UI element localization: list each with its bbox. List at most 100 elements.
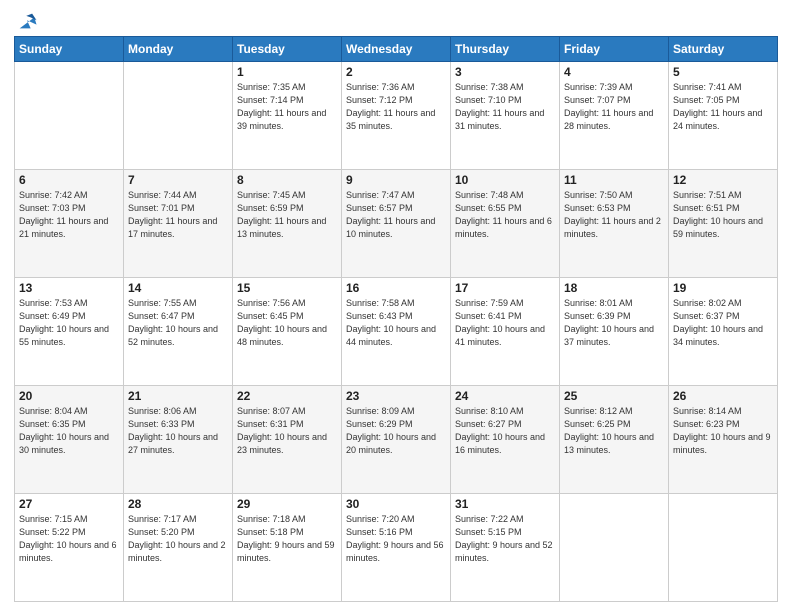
day-info: Sunrise: 7:45 AM Sunset: 6:59 PM Dayligh… [237, 189, 337, 241]
day-info: Sunrise: 8:01 AM Sunset: 6:39 PM Dayligh… [564, 297, 664, 349]
day-header-sunday: Sunday [15, 37, 124, 62]
day-number: 16 [346, 281, 446, 295]
day-number: 29 [237, 497, 337, 511]
day-number: 20 [19, 389, 119, 403]
calendar-cell: 31Sunrise: 7:22 AM Sunset: 5:15 PM Dayli… [451, 494, 560, 602]
calendar-table: SundayMondayTuesdayWednesdayThursdayFrid… [14, 36, 778, 602]
calendar-cell: 29 Sunrise: 7:18 AM Sunset: 5:18 PM Dayli… [233, 494, 342, 602]
day-info: Sunrise: 7:58 AM Sunset: 6:43 PM Dayligh… [346, 297, 446, 349]
calendar-cell: 27 Sunrise: 7:15 AM Sunset: 5:22 PM Dayli… [15, 494, 124, 602]
calendar-cell: 4 Sunrise: 7:39 AM Sunset: 7:07 PM Daylig… [560, 62, 669, 170]
day-info: Sunrise: 8:06 AM Sunset: 6:33 PM Dayligh… [128, 405, 228, 457]
day-number: 25 [564, 389, 664, 403]
calendar-cell: 21Sunrise: 8:06 AM Sunset: 6:33 PM Dayli… [124, 386, 233, 494]
day-info: Sunrise: 7:42 AM Sunset: 7:03 PM Dayligh… [19, 189, 119, 241]
calendar-cell: 7 Sunrise: 7:44 AM Sunset: 7:01 PM Daylig… [124, 170, 233, 278]
calendar-cell: 16 Sunrise: 7:58 AM Sunset: 6:43 PM Dayli… [342, 278, 451, 386]
day-number: 4 [564, 65, 664, 79]
calendar-header-row: SundayMondayTuesdayWednesdayThursdayFrid… [15, 37, 778, 62]
day-header-wednesday: Wednesday [342, 37, 451, 62]
day-number: 18 [564, 281, 664, 295]
calendar-cell: 5 Sunrise: 7:41 AM Sunset: 7:05 PM Daylig… [669, 62, 778, 170]
day-info: Sunrise: 7:53 AM Sunset: 6:49 PM Dayligh… [19, 297, 119, 349]
day-number: 14 [128, 281, 228, 295]
day-number: 27 [19, 497, 119, 511]
day-number: 17 [455, 281, 555, 295]
day-number: 28 [128, 497, 228, 511]
day-header-monday: Monday [124, 37, 233, 62]
day-number: 5 [673, 65, 773, 79]
calendar-cell: 24 Sunrise: 8:10 AM Sunset: 6:27 PM Dayli… [451, 386, 560, 494]
day-info: Sunrise: 7:15 AM Sunset: 5:22 PM Dayligh… [19, 513, 119, 565]
day-info: Sunrise: 7:50 AM Sunset: 6:53 PM Dayligh… [564, 189, 664, 241]
day-header-friday: Friday [560, 37, 669, 62]
day-info: Sunrise: 8:12 AM Sunset: 6:25 PM Dayligh… [564, 405, 664, 457]
calendar-cell: 26Sunrise: 8:14 AM Sunset: 6:23 PM Dayli… [669, 386, 778, 494]
day-info: Sunrise: 7:17 AM Sunset: 5:20 PM Dayligh… [128, 513, 228, 565]
day-header-saturday: Saturday [669, 37, 778, 62]
calendar-cell [560, 494, 669, 602]
day-info: Sunrise: 8:02 AM Sunset: 6:37 PM Dayligh… [673, 297, 773, 349]
day-info: Sunrise: 8:10 AM Sunset: 6:27 PM Dayligh… [455, 405, 555, 457]
calendar-week-4: 20 Sunrise: 8:04 AM Sunset: 6:35 PM Dayli… [15, 386, 778, 494]
calendar-cell: 23 Sunrise: 8:09 AM Sunset: 6:29 PM Dayli… [342, 386, 451, 494]
calendar-cell: 28 Sunrise: 7:17 AM Sunset: 5:20 PM Dayli… [124, 494, 233, 602]
calendar-cell: 30 Sunrise: 7:20 AM Sunset: 5:16 PM Dayli… [342, 494, 451, 602]
day-number: 24 [455, 389, 555, 403]
calendar-week-2: 6 Sunrise: 7:42 AM Sunset: 7:03 PM Daylig… [15, 170, 778, 278]
logo-icon [16, 10, 38, 32]
day-number: 3 [455, 65, 555, 79]
calendar-cell: 3 Sunrise: 7:38 AM Sunset: 7:10 PM Daylig… [451, 62, 560, 170]
day-number: 7 [128, 173, 228, 187]
day-info: Sunrise: 7:38 AM Sunset: 7:10 PM Dayligh… [455, 81, 555, 133]
calendar-cell: 17Sunrise: 7:59 AM Sunset: 6:41 PM Dayli… [451, 278, 560, 386]
day-number: 9 [346, 173, 446, 187]
day-info: Sunrise: 7:22 AM Sunset: 5:15 PM Dayligh… [455, 513, 555, 565]
calendar-cell: 1 Sunrise: 7:35 AM Sunset: 7:14 PM Daylig… [233, 62, 342, 170]
calendar-week-5: 27 Sunrise: 7:15 AM Sunset: 5:22 PM Dayli… [15, 494, 778, 602]
page: SundayMondayTuesdayWednesdayThursdayFrid… [0, 0, 792, 612]
day-info: Sunrise: 7:44 AM Sunset: 7:01 PM Dayligh… [128, 189, 228, 241]
day-header-thursday: Thursday [451, 37, 560, 62]
day-number: 2 [346, 65, 446, 79]
day-info: Sunrise: 7:35 AM Sunset: 7:14 PM Dayligh… [237, 81, 337, 133]
calendar-cell: 12 Sunrise: 7:51 AM Sunset: 6:51 PM Dayli… [669, 170, 778, 278]
day-info: Sunrise: 7:36 AM Sunset: 7:12 PM Dayligh… [346, 81, 446, 133]
day-number: 11 [564, 173, 664, 187]
logo-text [14, 10, 38, 32]
day-number: 1 [237, 65, 337, 79]
day-info: Sunrise: 7:51 AM Sunset: 6:51 PM Dayligh… [673, 189, 773, 241]
day-info: Sunrise: 7:20 AM Sunset: 5:16 PM Dayligh… [346, 513, 446, 565]
calendar-week-3: 13 Sunrise: 7:53 AM Sunset: 6:49 PM Dayli… [15, 278, 778, 386]
calendar-cell: 15 Sunrise: 7:56 AM Sunset: 6:45 PM Dayli… [233, 278, 342, 386]
header [14, 10, 778, 28]
calendar-cell: 9 Sunrise: 7:47 AM Sunset: 6:57 PM Daylig… [342, 170, 451, 278]
day-info: Sunrise: 7:55 AM Sunset: 6:47 PM Dayligh… [128, 297, 228, 349]
calendar-cell: 13 Sunrise: 7:53 AM Sunset: 6:49 PM Dayli… [15, 278, 124, 386]
logo [14, 10, 38, 28]
calendar-cell: 14 Sunrise: 7:55 AM Sunset: 6:47 PM Dayli… [124, 278, 233, 386]
day-number: 26 [673, 389, 773, 403]
day-number: 30 [346, 497, 446, 511]
day-number: 22 [237, 389, 337, 403]
day-info: Sunrise: 7:47 AM Sunset: 6:57 PM Dayligh… [346, 189, 446, 241]
calendar-cell [669, 494, 778, 602]
day-info: Sunrise: 7:41 AM Sunset: 7:05 PM Dayligh… [673, 81, 773, 133]
day-number: 6 [19, 173, 119, 187]
calendar-cell: 2 Sunrise: 7:36 AM Sunset: 7:12 PM Daylig… [342, 62, 451, 170]
day-info: Sunrise: 8:04 AM Sunset: 6:35 PM Dayligh… [19, 405, 119, 457]
calendar-cell: 19Sunrise: 8:02 AM Sunset: 6:37 PM Dayli… [669, 278, 778, 386]
calendar-cell [15, 62, 124, 170]
day-number: 13 [19, 281, 119, 295]
calendar-cell: 25 Sunrise: 8:12 AM Sunset: 6:25 PM Dayli… [560, 386, 669, 494]
day-info: Sunrise: 7:56 AM Sunset: 6:45 PM Dayligh… [237, 297, 337, 349]
calendar-cell: 18 Sunrise: 8:01 AM Sunset: 6:39 PM Dayli… [560, 278, 669, 386]
day-info: Sunrise: 8:07 AM Sunset: 6:31 PM Dayligh… [237, 405, 337, 457]
day-number: 15 [237, 281, 337, 295]
day-info: Sunrise: 7:39 AM Sunset: 7:07 PM Dayligh… [564, 81, 664, 133]
day-info: Sunrise: 7:48 AM Sunset: 6:55 PM Dayligh… [455, 189, 555, 241]
day-info: Sunrise: 7:18 AM Sunset: 5:18 PM Dayligh… [237, 513, 337, 565]
day-info: Sunrise: 8:09 AM Sunset: 6:29 PM Dayligh… [346, 405, 446, 457]
day-number: 23 [346, 389, 446, 403]
day-number: 12 [673, 173, 773, 187]
